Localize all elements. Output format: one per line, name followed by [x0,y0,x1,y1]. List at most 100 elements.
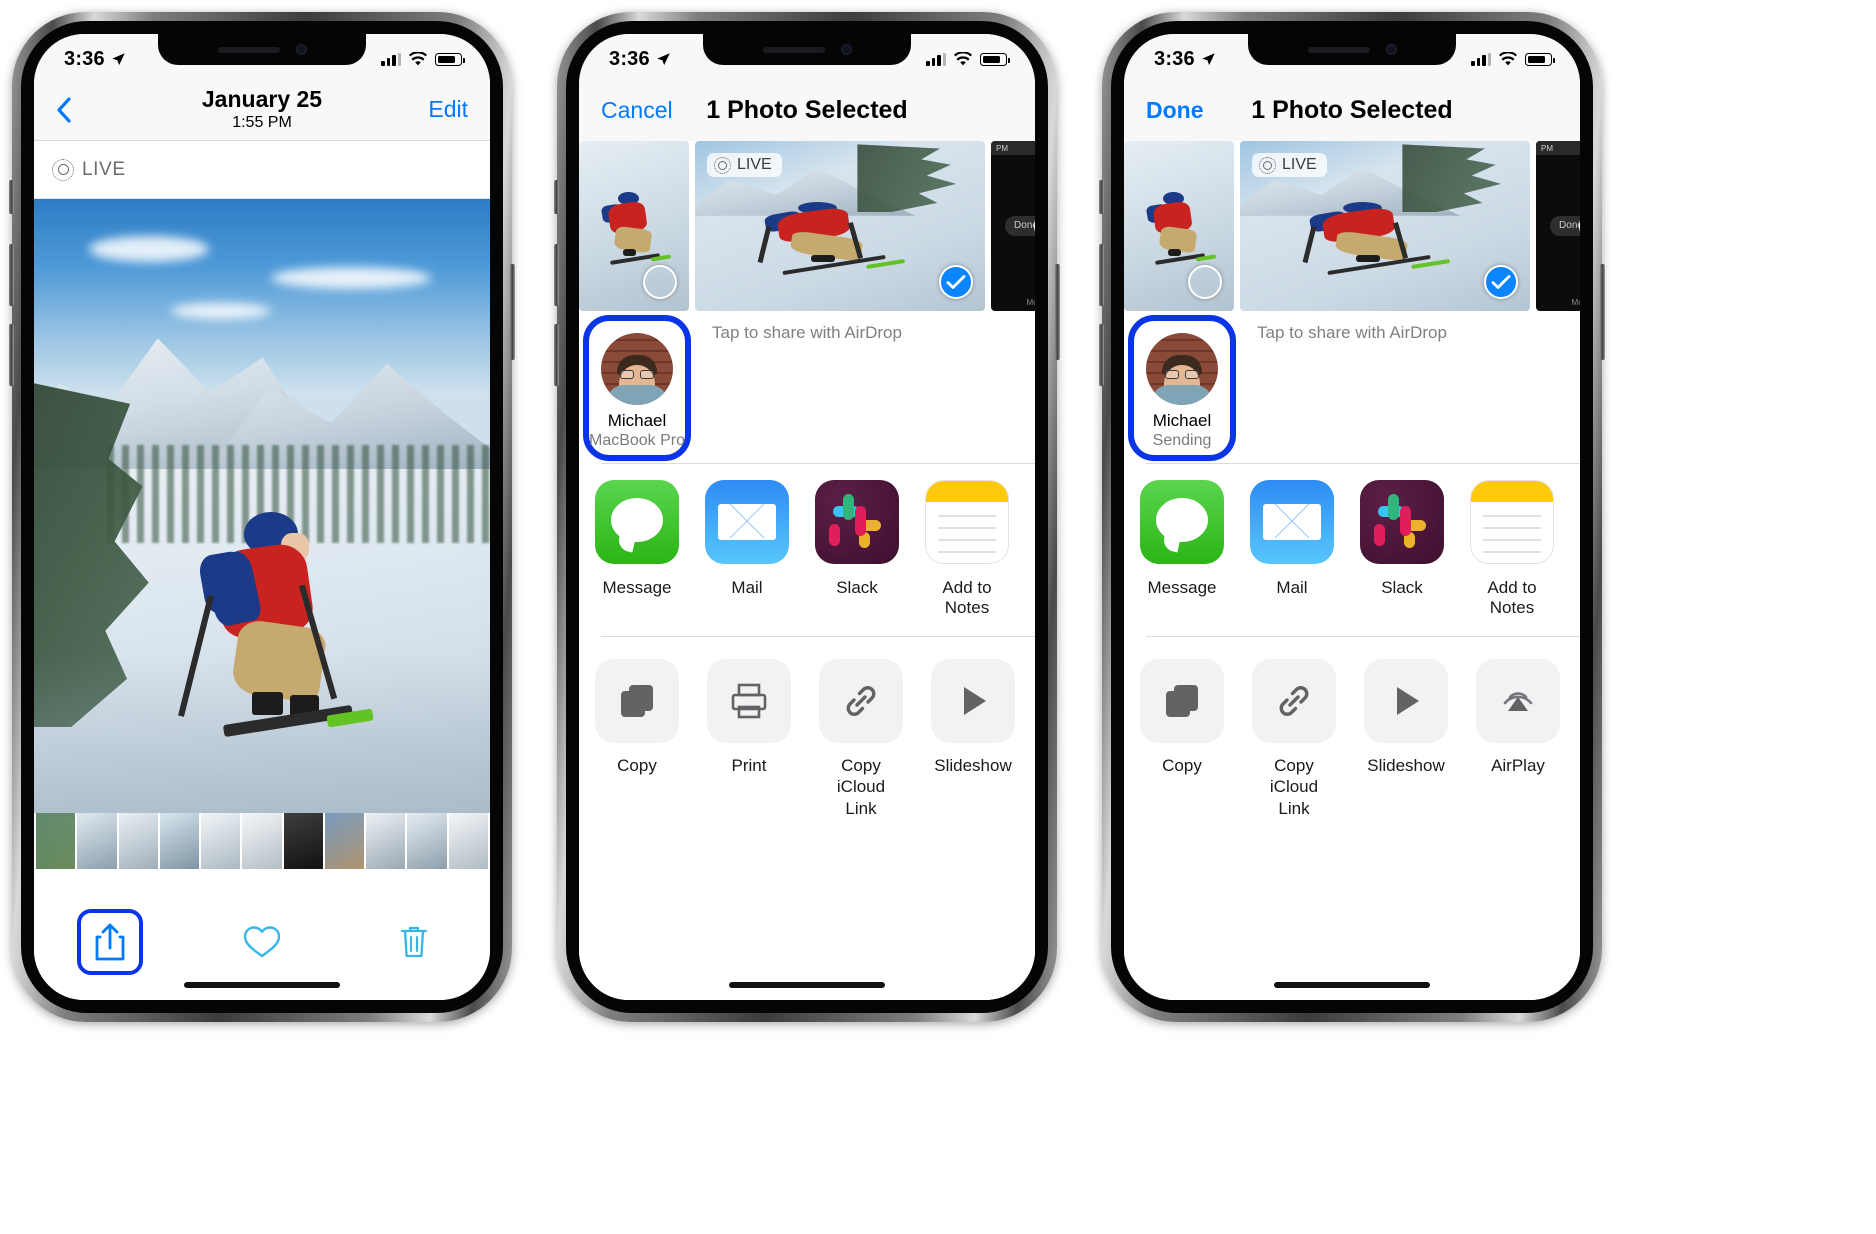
front-camera-icon [295,44,307,55]
share-app-notes[interactable]: Add to Notes [925,480,1009,617]
video-record-button [1579,209,1580,243]
filmstrip-thumb[interactable] [407,813,447,869]
airdrop-section: Tap to share with AirDrop Michael MacBoo… [579,311,1035,463]
cancel-button[interactable]: Cancel [601,97,693,124]
filmstrip-thumb[interactable] [448,813,488,869]
app-share-row[interactable]: Message Mail Slack Add to Notes [1124,464,1580,636]
airdrop-contact-michael[interactable]: Michael Sending [1134,321,1230,455]
action-label: Copy iCloud Link [1269,756,1319,818]
done-button[interactable]: Done [1146,97,1238,124]
thumb-select-circle-selected[interactable] [939,265,973,299]
iphone-share-sheet: 3:36 Cancel 1 Photo Selected LIVE PM Don… [554,12,1060,1022]
location-arrow-icon [1202,53,1215,66]
airdrop-section: Tap to share with AirDrop Michael Sendin… [1124,311,1580,463]
filmstrip-thumb[interactable] [201,813,241,869]
share-button[interactable] [34,909,186,975]
navigation-bar: Cancel 1 Photo Selected [579,79,1035,141]
checkmark-icon [1491,275,1511,289]
back-button[interactable] [56,96,148,123]
share-app-message[interactable]: Message [1140,480,1224,598]
status-right [1471,52,1556,67]
airdrop-contact-michael[interactable]: Michael MacBook Pro [589,321,685,455]
favorite-button[interactable] [186,925,338,959]
filmstrip-thumb[interactable] [159,813,200,869]
thumb-select-circle[interactable] [1188,265,1222,299]
thumb-select-circle-selected[interactable] [1484,265,1518,299]
action-row[interactable]: Copy Print Copy iCloud Link Slideshow [579,637,1035,1000]
home-indicator[interactable] [1274,982,1430,988]
table-row[interactable] [579,141,689,311]
photo-thumbnail-strip[interactable]: LIVE PM Sat Jan 26 [579,141,1035,311]
action-print[interactable]: Print [707,659,791,776]
silence-switch[interactable] [1099,180,1104,214]
link-icon [819,659,903,743]
action-label: Copy iCloud Link [836,756,886,818]
edit-button[interactable]: Edit [376,96,468,123]
notch [1248,34,1456,65]
play-icon [931,659,1015,743]
front-camera-icon [840,44,852,55]
share-app-slack[interactable]: Slack [1360,480,1444,598]
share-app-mail[interactable]: Mail [705,480,789,598]
share-app-slack[interactable]: Slack [815,480,899,598]
action-row[interactable]: Copy Copy iCloud Link Slideshow AirPlay [1124,637,1580,1000]
share-app-label: Message [1147,578,1217,597]
status-right [926,52,1011,67]
volume-down-button[interactable] [9,324,14,386]
table-row[interactable]: PM Sat Jan 26 Done Movie Slo-mo [1536,141,1580,311]
photo-viewer[interactable] [34,199,490,813]
home-indicator[interactable] [184,982,340,988]
app-share-row[interactable]: Message Mail Slack Add to Notes [579,464,1035,636]
volume-up-button[interactable] [554,244,559,306]
filmstrip-thumb[interactable] [118,813,158,869]
notes-icon [925,480,1009,564]
volume-down-button[interactable] [554,324,559,386]
silence-switch[interactable] [9,180,14,214]
filmstrip-thumb[interactable] [77,813,117,869]
action-copy-icloud-link[interactable]: Copy iCloud Link [1252,659,1336,819]
table-row[interactable]: PM Sat Jan 26 Done Movie Slo-mo [991,141,1035,311]
power-button[interactable] [1055,264,1060,360]
cancel-button-label: Cancel [601,96,673,123]
photo-filmstrip[interactable] [34,813,490,869]
live-photo-row[interactable]: LIVE [34,141,490,199]
filmstrip-thumb[interactable] [242,813,282,869]
table-row[interactable] [1124,141,1234,311]
action-airplay[interactable]: AirPlay [1476,659,1560,776]
filmstrip-thumb[interactable] [324,813,365,869]
action-slideshow[interactable]: Slideshow [1364,659,1448,776]
volume-up-button[interactable] [9,244,14,306]
volume-down-button[interactable] [1099,324,1104,386]
photo-thumbnail-strip[interactable]: LIVE PM Sat Jan 26 [1124,141,1580,311]
share-app-label: Message [602,578,672,597]
silence-switch[interactable] [554,180,559,214]
thumb-select-circle[interactable] [643,265,677,299]
phone-screen: 3:36 Cancel 1 Photo Selected LIVE PM Don… [579,34,1035,1000]
action-slideshow[interactable]: Slideshow [931,659,1015,776]
filmstrip-thumb[interactable] [36,813,76,869]
action-copy[interactable]: Copy [1140,659,1224,776]
video-done-label: Done [1005,215,1035,236]
share-app-message[interactable]: Message [595,480,679,598]
battery-icon [1525,53,1556,66]
status-left: 3:36 [1154,48,1216,71]
live-badge: LIVE [707,153,782,177]
action-copy[interactable]: Copy [595,659,679,776]
filmstrip-thumb[interactable] [366,813,406,869]
airdrop-contact-status: MacBook Pro [588,432,686,449]
delete-button[interactable] [338,924,490,960]
share-icon [95,923,125,961]
filmstrip-thumb[interactable] [283,813,323,869]
table-row[interactable]: LIVE [695,141,985,311]
share-app-mail[interactable]: Mail [1250,480,1334,598]
table-row[interactable]: LIVE [1240,141,1530,311]
airdrop-contact-highlight: Michael Sending [1128,315,1236,461]
volume-up-button[interactable] [1099,244,1104,306]
share-app-notes[interactable]: Add to Notes [1470,480,1554,617]
live-photo-icon [52,158,74,181]
action-copy-icloud-link[interactable]: Copy iCloud Link [819,659,903,819]
power-button[interactable] [510,264,515,360]
page-title: 1 Photo Selected [1251,95,1453,124]
home-indicator[interactable] [729,982,885,988]
power-button[interactable] [1600,264,1605,360]
